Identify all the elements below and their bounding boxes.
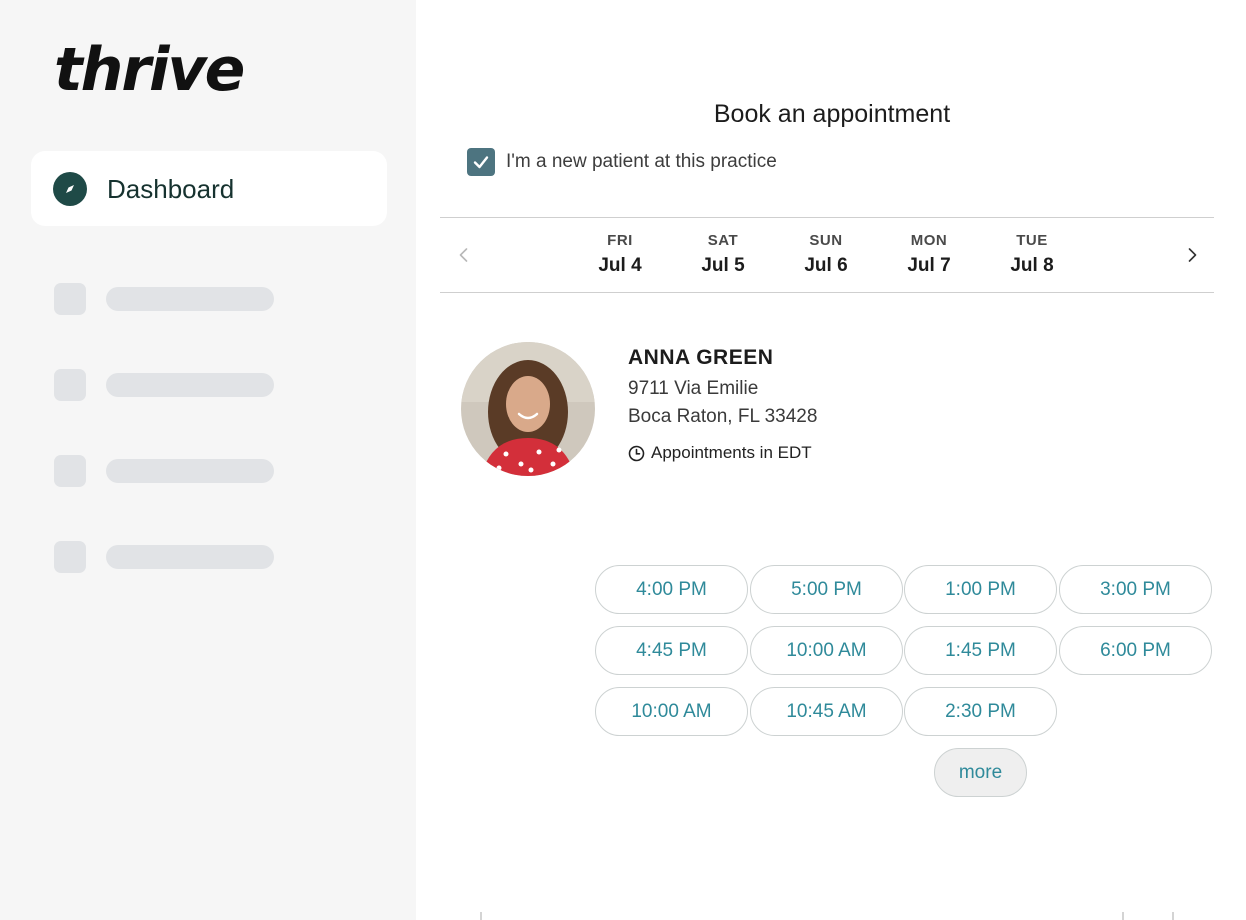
page-title: Book an appointment xyxy=(713,100,951,128)
time-slot-button[interactable]: 5:00 PM xyxy=(750,565,903,614)
sidebar-item-placeholder[interactable] xyxy=(54,283,274,315)
placeholder-label xyxy=(106,287,274,311)
provider-address-line2: Boca Raton, FL 33428 xyxy=(628,406,818,427)
sidebar: thrive Dashboard xyxy=(0,0,416,920)
placeholder-icon xyxy=(54,455,86,487)
next-dates-button[interactable] xyxy=(1183,246,1201,264)
time-slot-button[interactable]: 4:00 PM xyxy=(595,565,748,614)
time-slot-button[interactable]: 10:45 AM xyxy=(750,687,903,736)
date-day: Jul 8 xyxy=(1010,255,1054,276)
provider-address-line1: 9711 Via Emilie xyxy=(628,378,759,399)
time-slot-button[interactable]: 4:45 PM xyxy=(595,626,748,675)
sidebar-item-label: Dashboard xyxy=(107,174,235,204)
sidebar-item-placeholder[interactable] xyxy=(54,369,274,401)
time-slot-button[interactable]: 10:00 AM xyxy=(595,687,748,736)
date-option[interactable]: SUN Jul 6 xyxy=(781,232,871,277)
new-patient-label: I'm a new patient at this practice xyxy=(506,151,777,172)
thrive-logo: thrive xyxy=(54,35,245,105)
time-slot-button[interactable]: 6:00 PM xyxy=(1059,626,1212,675)
placeholder-label xyxy=(106,373,274,397)
provider-name: ANNA GREEN xyxy=(628,346,774,369)
placeholder-icon xyxy=(54,541,86,573)
sidebar-item-placeholder[interactable] xyxy=(54,541,274,573)
time-slot-button[interactable]: 1:00 PM xyxy=(904,565,1057,614)
date-weekday: FRI xyxy=(607,232,633,249)
more-times-button[interactable]: more xyxy=(934,748,1027,797)
placeholder-icon xyxy=(54,369,86,401)
compass-icon xyxy=(53,172,87,206)
date-option[interactable]: TUE Jul 8 xyxy=(987,232,1077,277)
placeholder-icon xyxy=(54,283,86,315)
date-selector: FRI Jul 4 SAT Jul 5 SUN Jul 6 MON Jul 7 … xyxy=(440,217,1214,293)
date-day: Jul 7 xyxy=(907,255,951,276)
provider-avatar xyxy=(461,342,595,476)
chevron-right-icon xyxy=(1188,248,1197,262)
date-weekday: SUN xyxy=(809,232,843,249)
time-slot-button[interactable]: 1:45 PM xyxy=(904,626,1057,675)
sidebar-item-dashboard[interactable]: Dashboard xyxy=(31,151,387,226)
checkmark-icon xyxy=(473,156,489,169)
new-patient-checkbox-row[interactable]: I'm a new patient at this practice xyxy=(467,148,777,176)
sidebar-item-placeholder[interactable] xyxy=(54,455,274,487)
new-patient-checkbox[interactable] xyxy=(467,148,495,176)
date-day: Jul 6 xyxy=(804,255,848,276)
placeholder-label xyxy=(106,545,274,569)
divider xyxy=(1172,912,1174,920)
date-option[interactable]: SAT Jul 5 xyxy=(678,232,768,277)
date-option[interactable]: FRI Jul 4 xyxy=(575,232,665,277)
date-day: Jul 4 xyxy=(598,255,642,276)
time-slot-button[interactable]: 2:30 PM xyxy=(904,687,1057,736)
timezone-note: Appointments in EDT xyxy=(628,443,812,463)
time-slot-button[interactable]: 3:00 PM xyxy=(1059,565,1212,614)
prev-dates-button[interactable] xyxy=(455,246,473,264)
placeholder-label xyxy=(106,459,274,483)
date-day: Jul 5 xyxy=(701,255,745,276)
chevron-left-icon xyxy=(459,248,468,262)
date-option[interactable]: MON Jul 7 xyxy=(884,232,974,277)
divider xyxy=(480,912,482,920)
timezone-label: Appointments in EDT xyxy=(651,443,812,462)
date-weekday: TUE xyxy=(1016,232,1048,249)
date-weekday: MON xyxy=(910,232,948,249)
date-weekday: SAT xyxy=(707,232,739,249)
divider xyxy=(1122,912,1124,920)
clock-icon xyxy=(628,445,645,461)
time-slot-button[interactable]: 10:00 AM xyxy=(750,626,903,675)
